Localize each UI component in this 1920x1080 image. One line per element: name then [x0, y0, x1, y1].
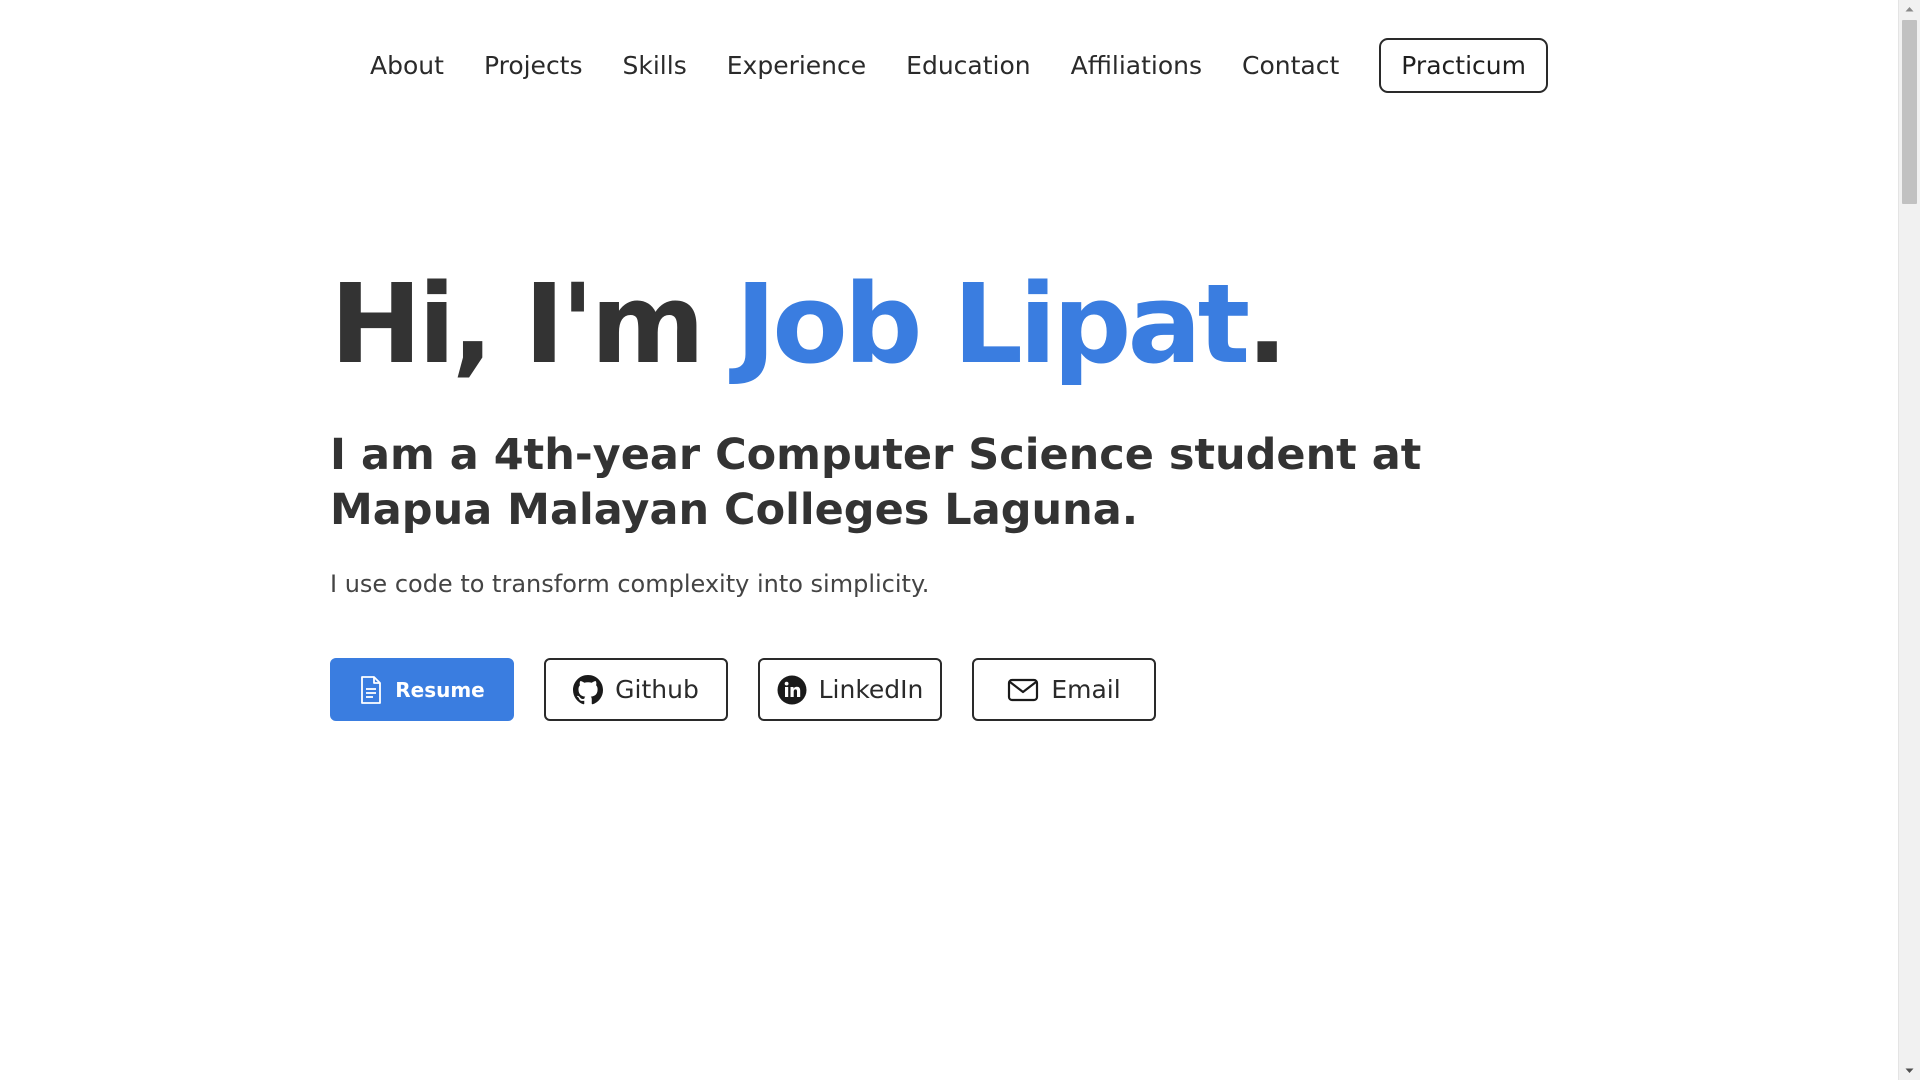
- resume-label: Resume: [395, 678, 485, 702]
- hero-title: Hi, I'm Job Lipat.: [330, 258, 1530, 390]
- email-label: Email: [1051, 675, 1120, 704]
- nav-link-contact[interactable]: Contact: [1242, 51, 1339, 80]
- top-nav: About Projects Skills Experience Educati…: [0, 38, 1898, 92]
- hero-greeting: Hi, I'm: [330, 260, 701, 388]
- hero-subtitle: I am a 4th-year Computer Science student…: [330, 428, 1510, 538]
- linkedin-icon: [777, 675, 807, 705]
- linkedin-label: LinkedIn: [819, 675, 924, 704]
- scroll-down-arrow-icon[interactable]: [1899, 1062, 1920, 1080]
- hero-period: .: [1246, 260, 1284, 388]
- scroll-up-arrow-icon[interactable]: [1899, 0, 1920, 18]
- github-button[interactable]: Github: [544, 658, 728, 721]
- email-button[interactable]: Email: [972, 658, 1156, 721]
- nav-link-education[interactable]: Education: [906, 51, 1030, 80]
- page: About Projects Skills Experience Educati…: [0, 0, 1920, 1080]
- hero-tagline: I use code to transform complexity into …: [330, 570, 1530, 598]
- practicum-button[interactable]: Practicum: [1379, 38, 1548, 93]
- hero-section: Hi, I'm Job Lipat. I am a 4th-year Compu…: [330, 258, 1530, 721]
- hero-name: Job Lipat: [735, 260, 1246, 388]
- vertical-scrollbar[interactable]: [1898, 0, 1920, 1080]
- nav-link-about[interactable]: About: [370, 51, 444, 80]
- nav-link-experience[interactable]: Experience: [727, 51, 866, 80]
- nav-link-skills[interactable]: Skills: [623, 51, 687, 80]
- github-label: Github: [615, 675, 699, 704]
- scrollbar-thumb[interactable]: [1902, 20, 1917, 204]
- nav-link-projects[interactable]: Projects: [484, 51, 583, 80]
- document-icon: [359, 675, 383, 705]
- resume-button[interactable]: Resume: [330, 658, 514, 721]
- nav-link-affiliations[interactable]: Affiliations: [1071, 51, 1202, 80]
- hero-buttons: Resume Github: [330, 658, 1530, 721]
- github-icon: [573, 675, 603, 705]
- linkedin-button[interactable]: LinkedIn: [758, 658, 942, 721]
- mail-icon: [1007, 678, 1039, 702]
